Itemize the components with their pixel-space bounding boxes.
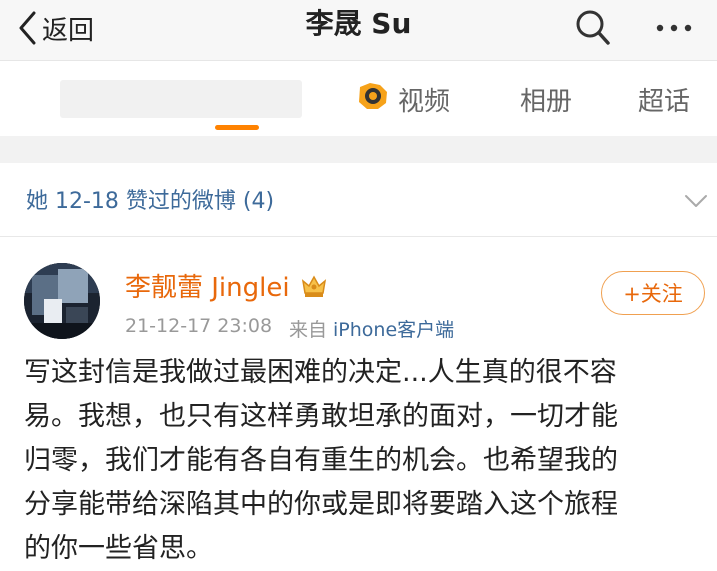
weibo-post: 李靓蕾 Jinglei 21-12-17 23:08 来自 iPhone客户端 … [0, 237, 717, 564]
tab-album[interactable]: 相册 [520, 79, 572, 119]
tab-video-label: 视频 [398, 86, 451, 117]
profile-tab-bar: 视频 相册 超话 [0, 61, 717, 194]
liked-posts-header[interactable]: 她 12-18 赞过的微博 (4) [0, 163, 717, 237]
post-body-line: 归零，我们才能有各自有重生的机会。也希望我的 [24, 445, 618, 476]
video-icon [356, 81, 390, 118]
post-body-line: 易。我想，也只有这样勇敢坦承的面对，一切才能 [24, 401, 618, 432]
author-name[interactable]: 李靓蕾 Jinglei [125, 267, 290, 304]
tab-album-label: 相册 [520, 86, 573, 117]
liked-posts-title: 她 12-18 赞过的微博 (4) [26, 189, 275, 214]
post-source-prefix: 来自 [289, 319, 328, 341]
avatar[interactable] [24, 263, 100, 339]
crown-badge-icon [300, 273, 328, 303]
tab-video[interactable]: 视频 [356, 79, 450, 119]
post-body: 写这封信是我做过最困难的决定...人生真的很不容 易。我想，也只有这样勇敢坦承的… [24, 351, 704, 571]
post-body-line: 分享能带给深陷其中的你或是即将要踏入这个旅程 [24, 489, 618, 520]
follow-button[interactable]: +关注 [601, 271, 705, 315]
top-nav-bar: 返回 李晟 Su [0, 0, 717, 61]
chevron-down-icon [684, 193, 708, 212]
search-icon[interactable] [575, 8, 611, 52]
post-source-client[interactable]: iPhone客户端 [333, 315, 454, 342]
active-tab-indicator [215, 125, 259, 130]
post-body-line: 写这封信是我做过最困难的决定...人生真的很不容 [24, 357, 617, 388]
section-gap [0, 136, 717, 163]
post-timestamp: 21-12-17 23:08 [125, 315, 273, 337]
more-dots-icon[interactable] [652, 8, 696, 52]
tab-redacted[interactable] [60, 80, 302, 118]
tab-topic-label: 超话 [638, 86, 691, 117]
tab-super-topic[interactable]: 超话 [638, 79, 690, 119]
post-body-line: 的你一些省思。 [24, 533, 213, 564]
